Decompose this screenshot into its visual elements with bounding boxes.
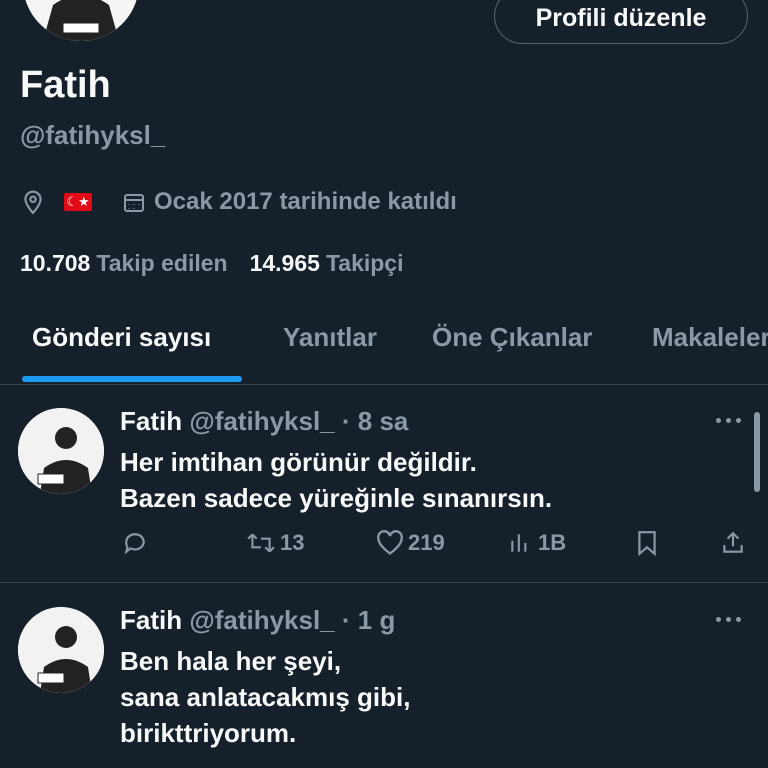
tweet-line: sana anlatacakmış gibi, (120, 682, 411, 712)
profile-handle: @fatihyksl_ (20, 120, 166, 150)
edit-profile-button[interactable]: Profili düzenle (494, 0, 748, 44)
tweet[interactable]: Fatih @fatihyksl_ · 1 g Ben hala her şey… (0, 583, 768, 768)
reply-button[interactable] (122, 530, 148, 556)
tweet-avatar[interactable] (18, 408, 104, 494)
tweet-author-name[interactable]: Fatih (120, 406, 182, 436)
profile-avatar[interactable] (20, 0, 142, 44)
views-button[interactable]: 1B (508, 530, 566, 556)
profile-name: Fatih (20, 64, 111, 106)
views-chart-icon (511, 534, 527, 552)
tweet-line: Bazen sadece yüreğinle sınanırsın. (120, 483, 553, 513)
more-options-icon[interactable] (716, 418, 741, 423)
more-options-icon[interactable] (716, 617, 741, 622)
tweet-header: Fatih @fatihyksl_ · 8 sa (120, 406, 408, 437)
share-button[interactable] (720, 530, 746, 556)
profile-meta: ☾★ Ocak 2017 tarihinde katıldı (20, 188, 457, 216)
following-label: Takip edilen (96, 250, 228, 276)
tweet-text: Her imtihan görünür değildir. Bazen sade… (120, 444, 552, 516)
following-count: 10.708 (20, 250, 91, 276)
tweet-line: Ben hala her şeyi, (120, 646, 342, 676)
followers-label: Takipçi (325, 250, 404, 276)
views-count: 1B (538, 530, 567, 555)
retweet-count: 13 (280, 530, 305, 555)
tweet[interactable]: Fatih @fatihyksl_ · 8 sa Her imtihan gör… (0, 384, 768, 582)
tweet-time[interactable]: · 8 sa (342, 406, 409, 436)
bookmark-icon (638, 531, 656, 556)
retweet-icon (247, 533, 275, 553)
turkey-flag-icon: ☾★ (64, 193, 92, 211)
tweet-line: birikttriyorum. (120, 718, 297, 748)
avatar-illustration (23, 0, 139, 41)
tweet-time[interactable]: · 1 g (342, 605, 395, 635)
like-button[interactable]: 219 (376, 530, 445, 556)
bookmark-button[interactable] (636, 530, 658, 556)
avatar-illustration (18, 408, 104, 494)
follow-stats: 10.708 Takip edilen 14.965 Takipçi (20, 250, 403, 277)
tweet-header: Fatih @fatihyksl_ · 1 g (120, 605, 395, 636)
heart-icon (377, 530, 403, 555)
scrollbar[interactable] (754, 412, 760, 492)
tab-articles[interactable]: Makaleler (652, 322, 768, 353)
retweet-button[interactable]: 13 (246, 530, 304, 556)
tab-posts[interactable]: Gönderi sayısı (32, 322, 211, 353)
tweet-line: Her imtihan görünür değildir. (120, 447, 477, 477)
avatar-illustration (18, 607, 104, 693)
tweet-author-handle[interactable]: @fatihyksl_ (189, 605, 334, 635)
tab-replies[interactable]: Yanıtlar (283, 322, 377, 353)
tweet-actions: 13 219 1B (0, 530, 768, 570)
active-tab-indicator (22, 376, 242, 382)
tweet-text: Ben hala her şeyi, sana anlatacakmış gib… (120, 643, 410, 751)
profile-tabs: Gönderi sayısı Yanıtlar Öne Çıkanlar Mak… (0, 316, 768, 385)
reply-icon (124, 533, 145, 555)
following-link[interactable]: 10.708 Takip edilen (20, 250, 228, 277)
tweet-author-name[interactable]: Fatih (120, 605, 182, 635)
followers-link[interactable]: 14.965 Takipçi (250, 250, 404, 277)
tweet-author-handle[interactable]: @fatihyksl_ (189, 406, 334, 436)
followers-count: 14.965 (249, 250, 320, 276)
joined-date: Ocak 2017 tarihinde katıldı (154, 188, 457, 215)
calendar-icon (122, 190, 146, 214)
like-count: 219 (408, 530, 445, 555)
tab-highlights[interactable]: Öne Çıkanlar (432, 322, 592, 353)
location-pin-icon (20, 189, 46, 215)
share-icon (723, 531, 743, 553)
tweet-avatar[interactable] (18, 607, 104, 693)
